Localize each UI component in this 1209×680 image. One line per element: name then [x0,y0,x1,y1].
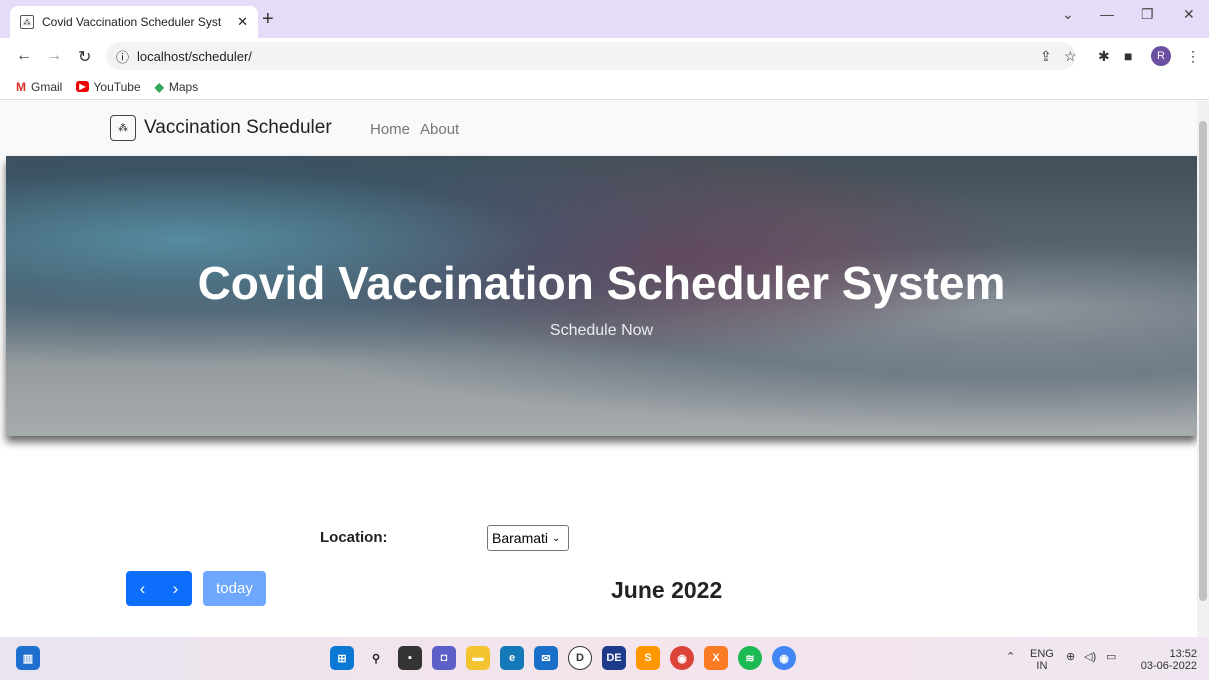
next-month-button[interactable]: › [159,571,192,606]
bookmark-label: Gmail [31,79,63,94]
xampp-icon[interactable]: X [704,646,728,670]
gmail-icon: M [16,79,26,94]
extensions-icon[interactable]: ✱ [1098,48,1110,65]
bookmark-label: YouTube [93,79,141,94]
new-tab-button[interactable]: + [262,8,274,31]
site-navbar: ⁂ Vaccination Scheduler Home About [0,101,1197,156]
browser-toolbar: ← → ↻ ⓘ localhost/scheduler/ ⇪ ☆ ✱ ■ R ⋮ [0,38,1209,74]
navbar-brand[interactable]: ⁂ Vaccination Scheduler [110,115,332,141]
youtube-icon: ▶ [76,81,89,92]
tab-close-icon[interactable]: ✕ [237,14,248,30]
browser-tabbar: ⁂ Covid Vaccination Scheduler Syst ✕ + ⌄… [0,0,1209,38]
maps-icon: ◆ [154,79,164,94]
bookmark-gmail[interactable]: M Gmail [16,80,62,94]
info-icon[interactable]: ⓘ [116,47,129,66]
mail-icon[interactable]: ✉ [534,646,558,670]
calendar-title: June 2022 [611,577,723,603]
close-window-icon[interactable]: ✕ [1183,6,1195,23]
bookmark-maps[interactable]: ◆ Maps [155,80,199,94]
brand-text: Vaccination Scheduler [144,117,332,138]
hero-banner: Covid Vaccination Scheduler System Sched… [6,156,1197,436]
sublime-icon[interactable]: S [636,646,660,670]
sidepanel-icon[interactable]: ■ [1124,48,1132,64]
forward-icon[interactable]: → [46,47,62,65]
edge-icon[interactable]: e [500,646,524,670]
bookmark-label: Maps [168,79,199,94]
minimize-icon[interactable]: — [1100,6,1114,22]
menu-icon[interactable]: ⋮ [1186,48,1200,65]
spotify-icon[interactable]: ≋ [738,646,762,670]
tray-chevron-icon[interactable]: ⌃ [1006,651,1015,663]
restore-icon[interactable]: ❐ [1141,6,1154,23]
calendar-nav: ‹ › [126,571,192,606]
nav-link-about[interactable]: About [420,121,459,138]
language-indicator[interactable]: ENG IN [1030,648,1054,672]
url-text: localhost/scheduler/ [137,48,252,64]
address-bar[interactable]: ⓘ localhost/scheduler/ [106,42,1076,70]
battery-icon[interactable]: ▭ [1106,651,1116,663]
bookmarks-bar: M Gmail ▶ YouTube ◆ Maps [0,74,1209,100]
chrome-app-icon[interactable]: ◉ [670,646,694,670]
reload-icon[interactable]: ↻ [78,47,91,67]
vaccine-logo-icon: ⁂ [110,115,136,141]
bookmark-youtube[interactable]: ▶ YouTube [76,79,141,94]
devcpp-icon[interactable]: DE [602,646,626,670]
page-scrollbar[interactable] [1197,101,1209,637]
browser-tab[interactable]: ⁂ Covid Vaccination Scheduler Syst ✕ [10,6,258,38]
clock[interactable]: 13:52 03-06-2022 [1135,648,1197,672]
tab-title: Covid Vaccination Scheduler Syst [42,15,222,29]
hero-title: Covid Vaccination Scheduler System [197,257,1006,309]
page-viewport: ⁂ Vaccination Scheduler Home About Covid… [0,101,1197,637]
share-icon[interactable]: ⇪ [1040,48,1052,65]
nav-links: Home About [370,121,459,138]
tab-search-icon[interactable]: ⌄ [1062,6,1074,23]
os-taskbar: ▥ ⊞ ⚲ ▪ ◘ ▬ e ✉ D DE S ◉ X ≋ ◉ ⌃ ENG IN … [0,637,1209,680]
lang-top: ENG [1030,648,1054,660]
location-select[interactable]: Baramati ⌄ [487,525,569,551]
file-explorer-icon[interactable]: ▬ [466,646,490,670]
lang-bottom: IN [1036,660,1048,672]
back-icon[interactable]: ← [16,47,32,65]
profile-avatar[interactable]: R [1151,46,1171,66]
search-icon[interactable]: ⚲ [364,646,388,670]
network-icon[interactable]: ⊕ [1066,651,1075,663]
start-icon[interactable]: ⊞ [330,646,354,670]
teams-icon[interactable]: ◘ [432,646,456,670]
clock-time: 13:52 [1169,648,1197,660]
scrollbar-thumb[interactable] [1199,121,1207,601]
clock-date: 03-06-2022 [1140,660,1197,672]
dell-icon[interactable]: D [568,646,592,670]
favicon-icon: ⁂ [20,15,34,29]
widgets-icon[interactable]: ▥ [16,646,40,670]
prev-month-button[interactable]: ‹ [126,571,159,606]
chrome-profile-icon[interactable]: ◉ [772,646,796,670]
nav-link-home[interactable]: Home [370,121,410,138]
hero-subtitle[interactable]: Schedule Now [6,322,1197,340]
volume-icon[interactable]: ◁) [1084,651,1096,663]
chevron-down-icon: ⌄ [552,532,561,544]
location-value: Baramati [492,530,549,546]
taskview-icon[interactable]: ▪ [398,646,422,670]
today-button[interactable]: today [203,571,266,606]
location-label: Location: [320,529,388,546]
bookmark-star-icon[interactable]: ☆ [1064,48,1077,65]
